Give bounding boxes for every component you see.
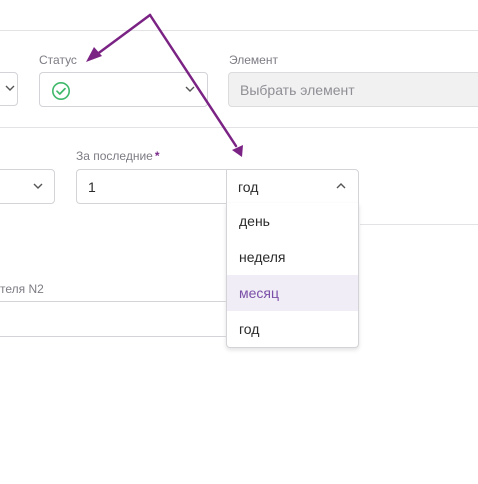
element-select[interactable]: Выбрать элемент (228, 72, 478, 107)
indicator-input-underline[interactable] (0, 301, 226, 302)
period-unit-option-month[interactable]: месяц (227, 275, 358, 311)
last-period-label: За последние * (76, 149, 160, 163)
element-label: Элемент (229, 53, 278, 67)
indicator-input-underline-2 (0, 336, 226, 337)
period-unit-select[interactable]: год (226, 169, 359, 204)
chevron-down-icon (185, 84, 195, 94)
chevron-up-icon (336, 181, 346, 191)
chevron-down-icon (5, 83, 15, 93)
period-unit-dropdown: день неделя месяц год (226, 203, 359, 348)
period-count-input[interactable]: 1 (76, 169, 228, 204)
status-select[interactable] (39, 72, 208, 107)
last-period-label-text: За последние (76, 149, 153, 163)
left-select-row1[interactable] (0, 72, 18, 106)
element-placeholder: Выбрать элемент (240, 81, 355, 98)
required-mark: * (154, 149, 160, 163)
check-circle-icon (51, 81, 71, 101)
divider-middle (0, 127, 478, 128)
indicator-label: теля N2 (0, 282, 44, 296)
status-label: Статус (39, 53, 77, 67)
period-unit-option-year[interactable]: год (227, 311, 358, 347)
period-count-value: 1 (88, 178, 96, 195)
report-filter-panel: Статус Элемент Выбрать элемент За послед… (0, 0, 478, 484)
period-unit-selected: год (238, 178, 259, 195)
divider-lower (360, 224, 478, 225)
period-unit-option-week[interactable]: неделя (227, 239, 358, 275)
chevron-down-icon (33, 181, 43, 191)
divider-top (0, 30, 478, 31)
left-select-row2[interactable] (0, 169, 55, 204)
period-unit-option-day[interactable]: день (227, 203, 358, 239)
